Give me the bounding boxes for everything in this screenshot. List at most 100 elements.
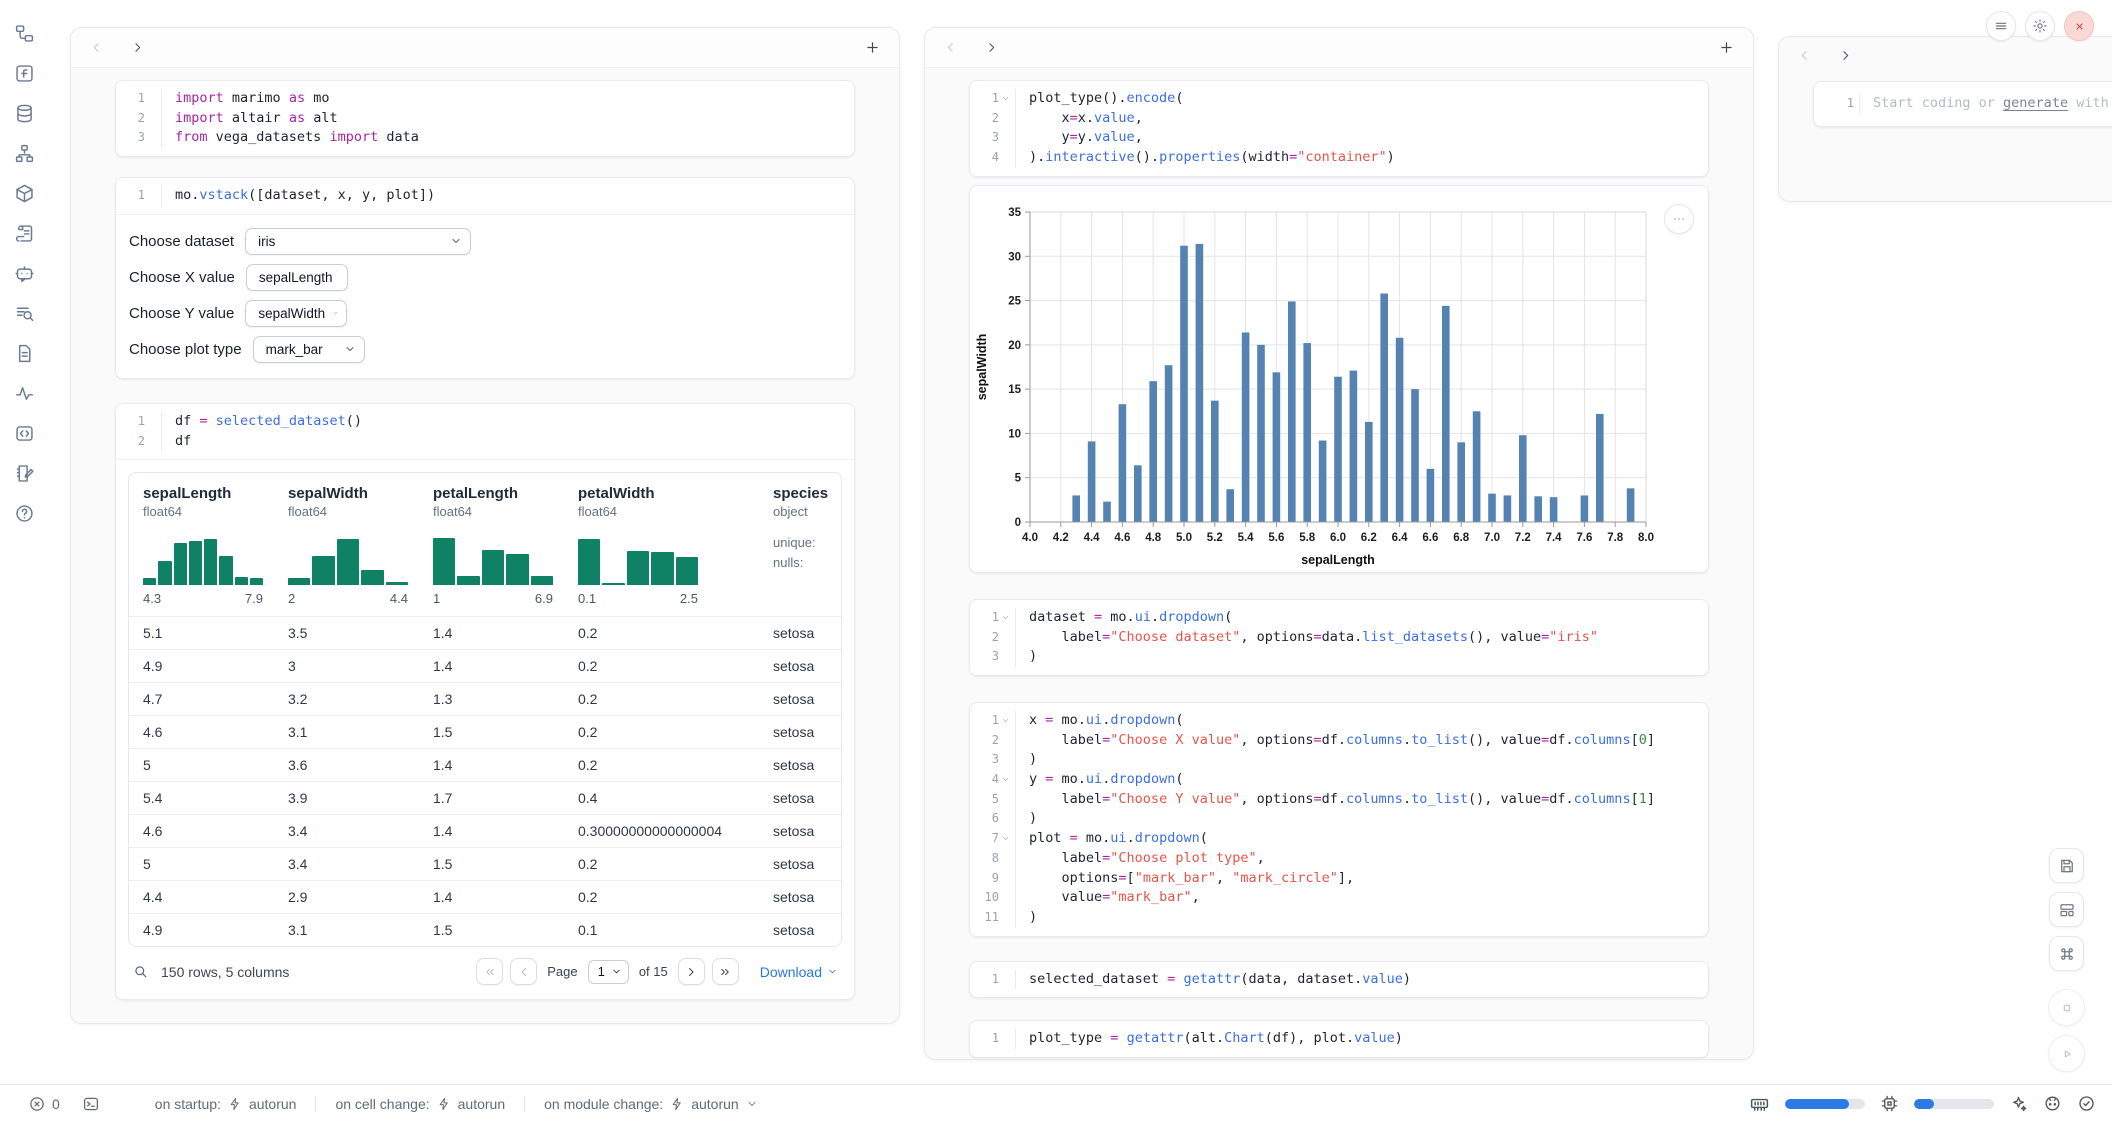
sidebar-item-activity[interactable] [11, 380, 37, 406]
runtime-config-on-startup[interactable]: on startup:autorun [136, 1096, 316, 1112]
sidebar-item-text-search[interactable] [11, 300, 37, 326]
sidebar-item-document[interactable] [11, 340, 37, 366]
plus-icon [1718, 39, 1735, 56]
table-cell: 3.6 [274, 757, 419, 773]
plus-icon [864, 39, 881, 56]
code-line: 2 x=x.value, [970, 109, 1708, 129]
collapse-left-button[interactable] [1797, 48, 1812, 63]
generate-link[interactable]: generate [2003, 95, 2068, 111]
column-header-petalWidth[interactable]: petalWidthfloat640.12.5 [564, 485, 759, 606]
code-editor[interactable]: 1df = selected_dataset()2df [116, 404, 854, 459]
column-header-petalLength[interactable]: petalLengthfloat6416.9 [419, 485, 564, 606]
select-choose-y-value[interactable]: sepalWidth [245, 300, 347, 327]
table-cell: 1.4 [419, 889, 564, 905]
table-cell: 1.5 [419, 856, 564, 872]
code-editor[interactable]: 1plot_type = getattr(alt.Chart(df), plot… [970, 1021, 1708, 1057]
sidebar-item-dependency-graph[interactable] [11, 140, 37, 166]
column-header-sepalWidth[interactable]: sepalWidthfloat6424.4 [274, 485, 419, 606]
page-select[interactable]: 1 [588, 960, 629, 984]
table-cell: 0.1 [564, 922, 759, 938]
close-button[interactable] [2064, 11, 2094, 41]
code-line: 1import marimo as mo [116, 89, 854, 109]
chevron-left-icon [517, 965, 531, 979]
chevron-down-icon [344, 343, 356, 355]
chart-actions-button[interactable] [1664, 204, 1694, 234]
first-page-button[interactable] [476, 958, 503, 985]
sidebar-item-chat-bot[interactable] [11, 260, 37, 286]
add-cell-button[interactable] [864, 39, 881, 56]
code-editor[interactable]: 1import marimo as mo2import altair as al… [116, 81, 854, 156]
sidebar-item-function-square[interactable] [11, 60, 37, 86]
bar-chart: 4.04.24.44.64.85.05.25.45.65.86.06.26.46… [970, 186, 1708, 572]
menu-button[interactable] [1986, 11, 2016, 41]
error-indicator[interactable]: 0 [28, 1095, 60, 1113]
sidebar-item-package-cube[interactable] [11, 180, 37, 206]
runtime-config-on-cell-change[interactable]: on cell change:autorun [315, 1096, 524, 1112]
sidebar-item-scratchpad[interactable] [11, 460, 37, 486]
connection-status-button[interactable] [2077, 1094, 2096, 1113]
expand-right-button[interactable] [984, 40, 999, 55]
select-choose-dataset[interactable]: iris [245, 228, 471, 255]
sidebar-item-file-tree[interactable] [11, 20, 37, 46]
dropdown-row: Choose plot typemark_bar [129, 336, 854, 363]
code-line: 8 label="Choose plot type", [970, 849, 1708, 869]
chat-bot-icon [14, 263, 35, 284]
sidebar-item-help[interactable] [11, 500, 37, 526]
sparkles-icon [2009, 1094, 2028, 1113]
sidebar-item-database[interactable] [11, 100, 37, 126]
scratchpad-cell[interactable]: 1 Start coding or generate with [1813, 81, 2112, 127]
select-choose-x-value[interactable]: sepalLength [246, 264, 348, 291]
code-editor[interactable]: 1mo.vstack([dataset, x, y, plot]) [116, 178, 854, 214]
ai-assistant-button[interactable] [2009, 1094, 2028, 1113]
collapse-left-button[interactable] [89, 40, 104, 55]
code-line: 10 value="mark_bar", [970, 888, 1708, 908]
cpu-icon [1880, 1094, 1899, 1113]
svg-text:4.0: 4.0 [1022, 532, 1038, 544]
add-cell-button[interactable] [1718, 39, 1735, 56]
expand-right-button[interactable] [1838, 48, 1853, 63]
terminal-button[interactable] [82, 1095, 100, 1113]
dropdown-row: Choose X valuesepalLength [129, 264, 854, 291]
code-editor[interactable]: 1plot_type().encode(2 x=x.value,3 y=y.va… [970, 81, 1708, 176]
cell-xy-plot-dropdowns: 1x = mo.ui.dropdown(2 label="Choose X va… [969, 702, 1709, 937]
select-choose-plot-type[interactable]: mark_bar [253, 336, 365, 363]
kernel-status-button[interactable] [2043, 1094, 2062, 1113]
code-editor[interactable]: 1dataset = mo.ui.dropdown(2 label="Choos… [970, 600, 1708, 675]
kernel-icon [2043, 1094, 2062, 1113]
svg-text:6.4: 6.4 [1392, 532, 1409, 544]
last-page-button[interactable] [712, 958, 739, 985]
next-page-button[interactable] [678, 958, 705, 985]
collapse-left-button[interactable] [943, 40, 958, 55]
stop-button[interactable] [2048, 989, 2085, 1026]
table-row: 4.73.21.30.2setosa [129, 682, 841, 715]
command-palette-button[interactable] [2049, 936, 2084, 971]
table-cell: 1.7 [419, 790, 564, 806]
dependency-graph-icon [14, 143, 35, 164]
sidebar-item-code-block[interactable] [11, 420, 37, 446]
error-circle-icon [28, 1095, 46, 1113]
search-icon [132, 963, 149, 980]
error-count: 0 [52, 1096, 60, 1112]
column-header-species[interactable]: speciesobjectunique:nulls: [759, 485, 842, 606]
run-button[interactable] [2048, 1035, 2085, 1072]
table-cell: setosa [759, 757, 842, 773]
middle-panel-header [925, 28, 1753, 68]
column-header-sepalLength[interactable]: sepalLengthfloat644.37.9 [129, 485, 274, 606]
table-cell: setosa [759, 922, 842, 938]
svg-text:4.4: 4.4 [1084, 532, 1101, 544]
runtime-config-on-module-change[interactable]: on module change:autorun [524, 1096, 777, 1112]
code-editor[interactable]: 1selected_dataset = getattr(data, datase… [970, 962, 1708, 998]
table-cell: 4.9 [129, 922, 274, 938]
sidebar-item-script-log[interactable] [11, 220, 37, 246]
previous-page-button[interactable] [510, 958, 537, 985]
layout-button[interactable] [2049, 892, 2084, 927]
check-circle-icon [2077, 1094, 2096, 1113]
dots-icon [1670, 210, 1688, 228]
code-editor[interactable]: 1x = mo.ui.dropdown(2 label="Choose X va… [970, 703, 1708, 936]
altair-chart-output[interactable]: 4.04.24.44.64.85.05.25.45.65.86.06.26.46… [969, 185, 1709, 573]
svg-text:4.6: 4.6 [1114, 532, 1130, 544]
expand-right-button[interactable] [130, 40, 145, 55]
save-button[interactable] [2049, 848, 2084, 883]
settings-button[interactable] [2025, 11, 2055, 41]
download-button[interactable]: Download [760, 964, 838, 980]
